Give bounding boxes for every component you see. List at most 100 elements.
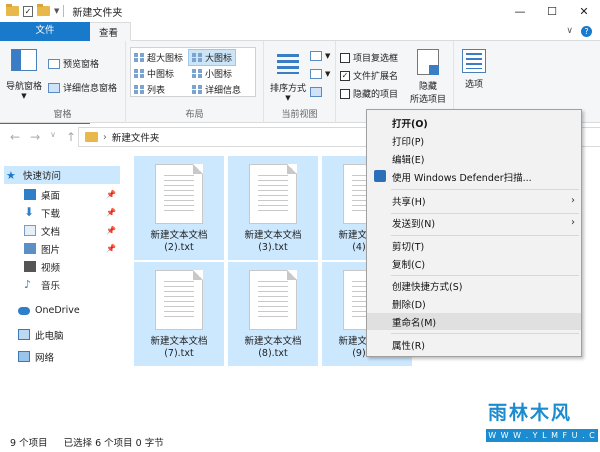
file-extensions-checkbox[interactable]: ✓	[340, 70, 350, 81]
group-label-current-view: 当前视图	[281, 110, 318, 120]
menu-item-open[interactable]: 打开(O)	[367, 114, 581, 131]
desktop-icon	[24, 189, 36, 200]
computer-icon	[18, 329, 30, 340]
properties-checkbox-icon[interactable]: ✓	[23, 5, 33, 17]
nav-music[interactable]: ♪ 音乐	[24, 276, 120, 293]
ribbon-right-controls: ∨ ?	[566, 22, 600, 40]
nav-network[interactable]: 网络	[18, 348, 118, 365]
menu-item-send-to[interactable]: 发送到(N) ›	[367, 214, 581, 231]
layout-small-icons[interactable]: 小图标	[192, 67, 232, 80]
medium-icons-icon	[134, 69, 144, 78]
nav-pane-button[interactable]: 导航窗格 ▼	[4, 49, 44, 100]
maximize-button[interactable]: ☐	[536, 0, 568, 22]
add-columns-icon	[310, 69, 322, 79]
menu-item-create-shortcut[interactable]: 创建快捷方式(S)	[367, 277, 581, 294]
add-columns-button[interactable]: ▼	[310, 69, 330, 79]
layout-large-label: 大图标	[205, 54, 233, 64]
menu-item-rename[interactable]: 重命名(M)	[367, 313, 581, 330]
up-arrow-icon[interactable]: ↑	[66, 130, 76, 144]
nav-documents[interactable]: 文档 📌	[24, 222, 120, 239]
group-by-button[interactable]: ▼	[310, 51, 330, 61]
pictures-icon	[24, 243, 36, 254]
menu-item-share[interactable]: 共享(H) ›	[367, 192, 581, 209]
pin-icon[interactable]: 📌	[106, 190, 116, 199]
item-checkboxes-checkbox[interactable]	[340, 52, 350, 63]
nav-videos[interactable]: 视频	[24, 258, 120, 275]
minimize-button[interactable]: —	[504, 0, 536, 22]
layout-list[interactable]: 列表	[134, 83, 165, 96]
pin-icon[interactable]: 📌	[106, 244, 116, 253]
preview-pane-button[interactable]: 预览窗格	[48, 57, 99, 70]
nav-documents-label: 文档	[41, 226, 61, 238]
layout-large-icons[interactable]: 大图标	[188, 49, 237, 66]
menu-item-copy[interactable]: 复制(C)	[367, 255, 581, 272]
sort-by-button[interactable]: 排序方式 ▼	[268, 51, 308, 102]
window-controls: — ☐ ✕	[504, 0, 600, 22]
file-name: 新建文本文档 (7).txt	[150, 336, 208, 359]
group-panes: 导航窗格 ▼ 预览窗格 详细信息窗格 窗格	[0, 41, 126, 123]
submenu-arrow-icon: ›	[571, 217, 575, 228]
file-name: 新建文本文档 (2).txt	[150, 230, 208, 253]
quick-access-toolbar: ✓ ▼	[0, 4, 65, 17]
nav-onedrive[interactable]: OneDrive	[18, 302, 118, 319]
menu-item-delete[interactable]: 删除(D)	[367, 295, 581, 312]
nav-downloads[interactable]: ⬇ 下载 📌	[24, 204, 120, 221]
status-item-count: 9 个项目	[10, 438, 48, 449]
address-path[interactable]: 新建文件夹	[112, 130, 160, 144]
hide-selected-button[interactable]: 隐藏 所选项目	[406, 49, 450, 105]
menu-item-defender-scan[interactable]: 使用 Windows Defender扫描...	[367, 168, 581, 185]
item-checkboxes-toggle[interactable]: 项目复选框	[340, 51, 398, 64]
hidden-items-checkbox[interactable]	[340, 88, 350, 99]
pin-icon[interactable]: 📌	[106, 226, 116, 235]
nav-pictures[interactable]: 图片 📌	[24, 240, 120, 257]
back-arrow-icon[interactable]: ←	[10, 130, 20, 144]
file-extensions-toggle[interactable]: ✓ 文件扩展名	[340, 69, 398, 82]
tab-view[interactable]: 查看	[86, 22, 132, 41]
forward-arrow-icon[interactable]: →	[30, 130, 40, 144]
file-item[interactable]: 新建文本文档 (3).txt	[228, 156, 318, 260]
size-columns-icon	[310, 87, 322, 97]
network-icon	[18, 351, 30, 362]
layout-extra-large-icons[interactable]: 超大图标	[134, 51, 183, 64]
new-folder-icon[interactable]	[37, 4, 50, 16]
file-item[interactable]: 新建文本文档 (2).txt	[134, 156, 224, 260]
layout-medium-label: 中图标	[147, 70, 175, 80]
breadcrumb-separator-icon: ›	[103, 131, 107, 143]
hide-selected-label-2: 所选项目	[409, 95, 446, 105]
menu-item-edit[interactable]: 编辑(E)	[367, 150, 581, 167]
collapse-ribbon-icon[interactable]: ∨	[566, 26, 573, 36]
pin-icon[interactable]: 📌	[106, 208, 116, 217]
close-button[interactable]: ✕	[568, 0, 600, 22]
hidden-items-toggle[interactable]: 隐藏的项目	[340, 87, 398, 100]
layout-details[interactable]: 详细信息	[192, 83, 241, 96]
menu-item-defender-label: 使用 Windows Defender扫描...	[392, 172, 532, 184]
hide-selected-label-1: 隐藏	[418, 82, 437, 92]
customize-toolbar-dropdown-icon[interactable]: ▼	[54, 7, 59, 15]
nav-pane-label: 导航窗格	[5, 82, 42, 92]
file-name: 新建文本文档 (3).txt	[244, 230, 302, 253]
layout-medium-icons[interactable]: 中图标	[134, 67, 174, 80]
options-button[interactable]: 选项	[458, 49, 490, 90]
menu-item-properties[interactable]: 属性(R)	[367, 336, 581, 353]
size-columns-button[interactable]	[310, 87, 322, 97]
recent-locations-icon[interactable]: ∨	[50, 130, 56, 144]
details-pane-button[interactable]: 详细信息窗格	[48, 81, 117, 94]
add-columns-dropdown-icon: ▼	[325, 70, 331, 78]
nav-desktop[interactable]: 桌面 📌	[24, 186, 120, 203]
help-icon[interactable]: ?	[581, 25, 592, 37]
menu-separator	[391, 333, 579, 334]
extra-large-icons-icon	[134, 53, 144, 62]
menu-item-send-to-label: 发送到(N)	[392, 218, 436, 230]
file-item[interactable]: 新建文本文档 (8).txt	[228, 262, 318, 366]
menu-separator	[391, 235, 579, 236]
file-item[interactable]: 新建文本文档 (7).txt	[134, 262, 224, 366]
menu-item-print[interactable]: 打印(P)	[367, 132, 581, 149]
nav-this-pc[interactable]: 此电脑	[18, 326, 118, 343]
group-label-panes: 窗格	[53, 110, 72, 120]
menu-item-cut[interactable]: 剪切(T)	[367, 237, 581, 254]
cloud-icon	[18, 306, 30, 315]
sort-by-label: 排序方式	[269, 84, 306, 94]
nav-quick-access[interactable]: ★ 快速访问	[4, 166, 120, 184]
address-bar[interactable]: › 新建文件夹	[78, 127, 368, 147]
navigation-buttons: ← → ∨ ↑	[0, 130, 76, 144]
